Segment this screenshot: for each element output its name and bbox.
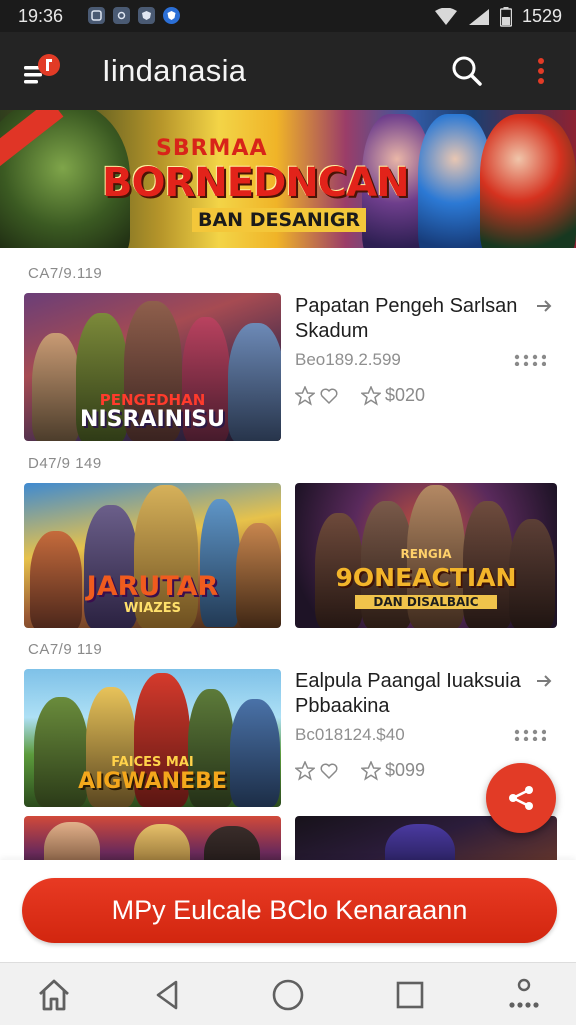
cta-container: MPy Eulcale BClo Kenaraann	[0, 860, 576, 962]
more-apps-icon[interactable]	[506, 977, 542, 1013]
heart-icon	[320, 388, 338, 404]
notification-icon	[88, 7, 105, 24]
app-bar: Iindanasia	[0, 32, 576, 110]
star-icon	[361, 760, 381, 781]
app-title: Iindanasia	[102, 53, 247, 88]
status-app-icon	[163, 7, 180, 24]
battery-icon	[499, 6, 512, 27]
thumbnail-subcaption: DAN DISALBAIC	[355, 595, 497, 609]
home-icon[interactable]	[36, 977, 72, 1013]
thumbnail-character	[134, 824, 190, 860]
category-label: CA7/9.119	[28, 265, 103, 282]
thumbnail-character	[44, 822, 100, 860]
search-icon[interactable]	[448, 52, 486, 90]
promo-banner[interactable]: SBRMAA BORNEDNCAN BAN DESANIGR	[0, 110, 576, 248]
content-feed[interactable]: CA7/9.119 PENGEDHAN NISRAINISU Papatan P…	[0, 248, 576, 860]
banner-subtitle: BAN DESANIGR	[192, 208, 367, 232]
star-icon	[361, 385, 381, 406]
banner-title: BORNEDNCAN	[102, 160, 410, 206]
star-icon	[295, 760, 315, 781]
recents-icon[interactable]	[392, 977, 428, 1013]
status-clock: 1529	[521, 6, 562, 26]
signal-icon	[468, 8, 489, 25]
item-price: $020	[385, 385, 426, 405]
item-title[interactable]: Papatan Pengeh Sarlsan Skadum	[295, 294, 525, 344]
shield-icon	[138, 7, 155, 24]
wifi-icon	[434, 7, 457, 25]
star-icon	[295, 385, 315, 406]
item-price: $099	[385, 760, 426, 780]
more-dots-icon[interactable]	[514, 729, 546, 741]
app-logo-icon[interactable]	[22, 52, 62, 90]
item-title[interactable]: Ealpula Paangal Iuaksuia Pbbaakina	[295, 669, 525, 719]
thumbnail-topcaption: RENGIA	[400, 547, 452, 561]
thumbnail-character	[385, 824, 455, 860]
game-thumbnail[interactable]: FAICES MAI AIGWANEBE	[24, 669, 281, 807]
status-bar: 19:36 1529	[0, 0, 576, 32]
back-icon[interactable]	[150, 977, 186, 1013]
item-meta: Bc018124.$40	[295, 725, 405, 744]
thumbnail-subcaption: FAICES MAI	[111, 755, 194, 770]
status-time: 19:36	[18, 6, 64, 26]
game-thumbnail[interactable]: JARUTAR WIAZES	[24, 483, 281, 628]
more-vert-icon[interactable]	[526, 52, 556, 90]
item-meta: Beo189.2.599	[295, 350, 401, 369]
share-icon	[509, 786, 533, 810]
thumbnail-caption: NISRAINISU	[80, 407, 225, 432]
arrow-right-icon[interactable]	[534, 296, 554, 316]
thumbnail-character	[204, 826, 260, 860]
thumbnail-caption: AIGWANEBE	[78, 769, 227, 794]
home-circle-icon[interactable]	[270, 977, 306, 1013]
more-dots-icon[interactable]	[514, 354, 546, 366]
thumbnail-caption: 9ONEACTIAN	[335, 563, 517, 592]
category-label: D47/9 149	[28, 455, 102, 472]
game-thumbnail[interactable]: RENGIA 9ONEACTIAN DAN DISALBAIC	[295, 483, 557, 628]
item-rating: $099	[295, 760, 425, 781]
heart-icon	[320, 763, 338, 779]
thumbnail-subcaption: WIAZES	[124, 601, 181, 616]
banner-hero-image	[480, 114, 576, 248]
system-nav-bar	[0, 962, 576, 1025]
banner-kicker: SBRMAA	[156, 136, 268, 161]
game-thumbnail[interactable]: PENGEDHAN NISRAINISU	[24, 293, 281, 441]
game-thumbnail[interactable]	[24, 816, 281, 860]
category-label: CA7/9 119	[28, 641, 103, 658]
photo-icon	[113, 7, 130, 24]
item-rating: $020	[295, 385, 425, 406]
thumbnail-caption: JARUTAR	[86, 571, 219, 602]
primary-cta-button[interactable]: MPy Eulcale BClo Kenaraann	[22, 878, 557, 943]
share-fab[interactable]	[486, 763, 556, 833]
arrow-right-icon[interactable]	[534, 671, 554, 691]
